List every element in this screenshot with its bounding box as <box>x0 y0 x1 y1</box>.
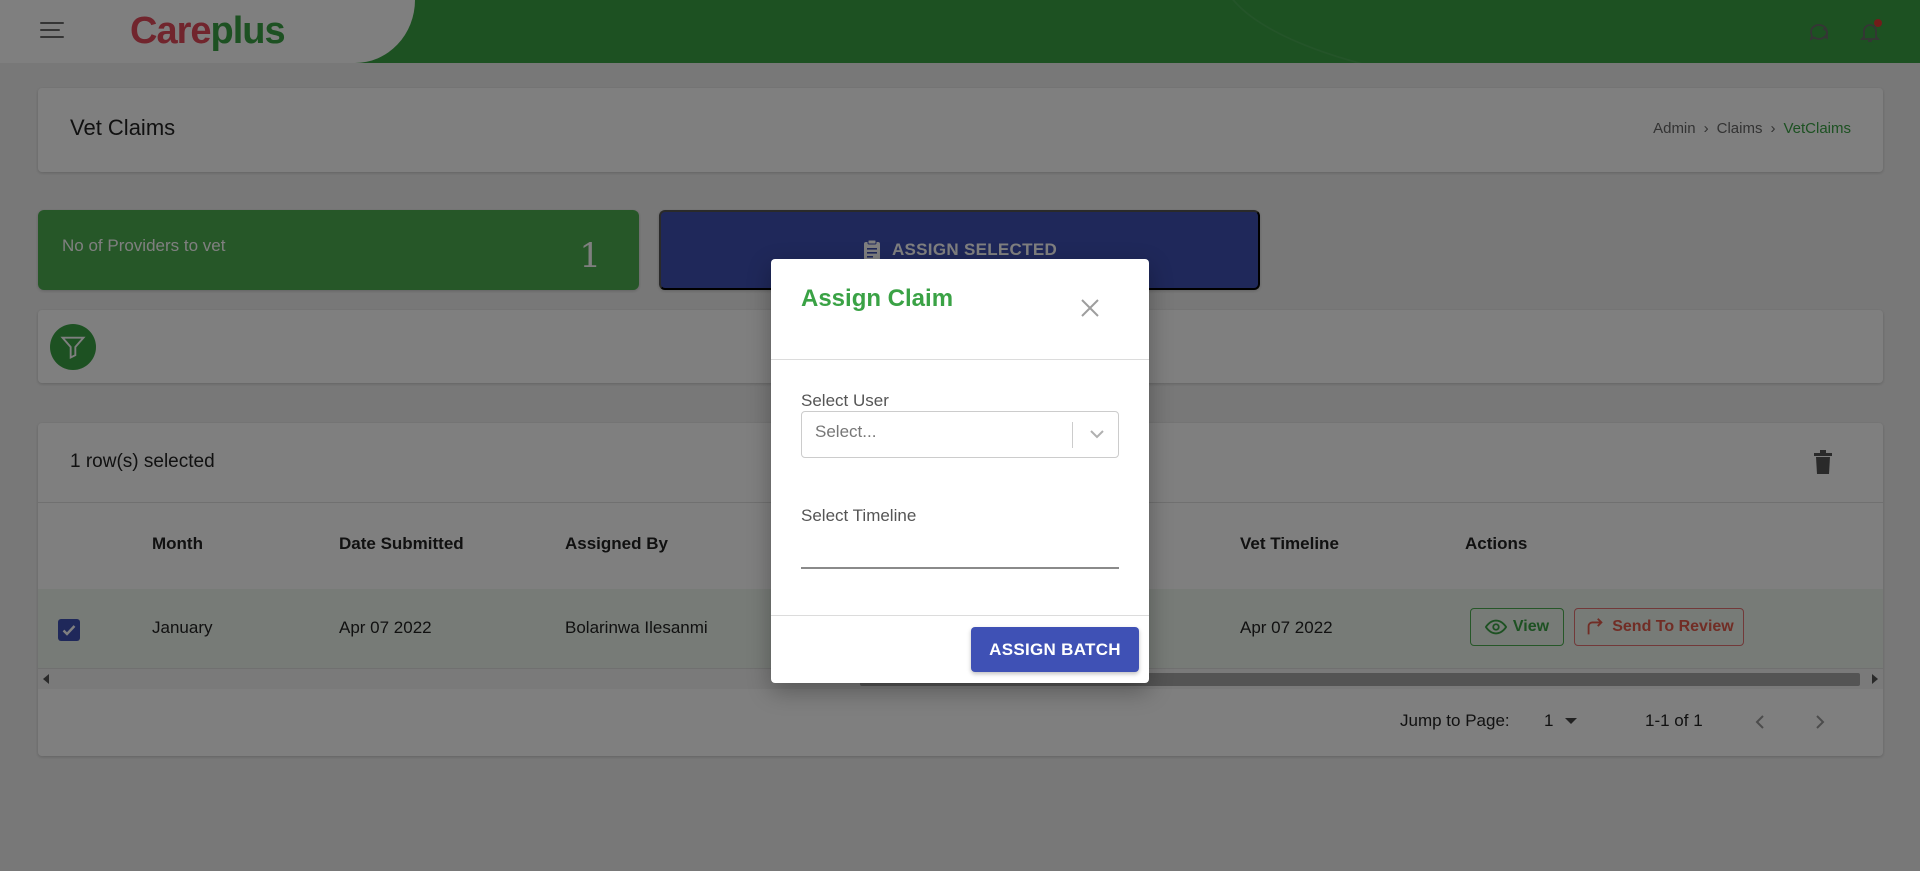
select-divider <box>1072 422 1073 448</box>
select-timeline-label: Select Timeline <box>801 506 917 525</box>
dialog-footer-divider <box>771 615 1149 616</box>
dialog-divider <box>771 359 1149 360</box>
assign-claim-dialog: Assign Claim Select User Select... Selec… <box>771 259 1149 683</box>
select-user-placeholder: Select... <box>815 422 877 441</box>
assign-batch-button[interactable]: ASSIGN BATCH <box>971 627 1139 672</box>
select-timeline-underline <box>801 567 1119 569</box>
close-button[interactable] <box>1079 297 1101 319</box>
chevron-down-icon[interactable] <box>1087 424 1107 444</box>
select-user-dropdown[interactable]: Select... <box>801 411 1119 458</box>
select-user-label: Select User <box>801 391 889 410</box>
close-icon <box>1081 299 1099 317</box>
dialog-title: Assign Claim <box>801 285 954 312</box>
